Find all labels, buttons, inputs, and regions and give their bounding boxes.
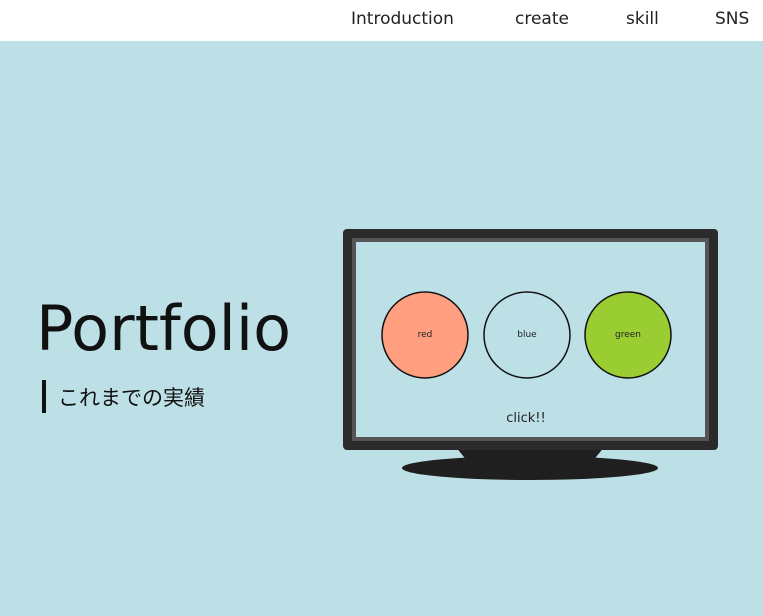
click-hint: click!! [506,411,546,426]
blue-button-label: blue [517,330,537,340]
green-button-label: green [615,330,641,340]
red-button-label: red [417,330,433,340]
tv-illustration [343,229,718,480]
